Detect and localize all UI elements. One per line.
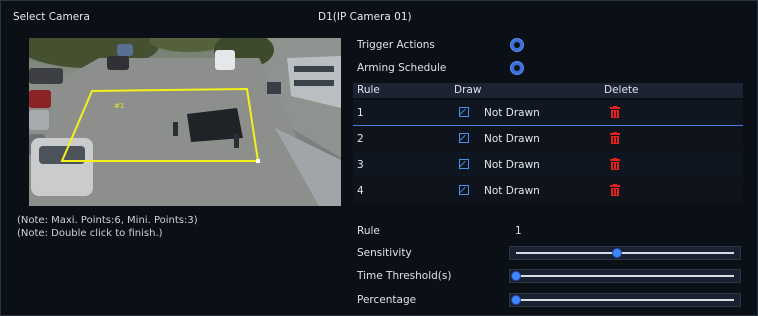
- draw-edit-icon[interactable]: [459, 185, 469, 195]
- percentage-label: Percentage: [357, 294, 417, 306]
- building-window: [294, 80, 334, 86]
- note-points: (Note: Maxi. Points:6, Mini. Points:3): [17, 215, 198, 226]
- rule-number: 4: [357, 185, 364, 197]
- select-camera-label: Select Camera: [13, 11, 90, 23]
- slider-knob[interactable]: [512, 272, 520, 280]
- pedestrian: [234, 134, 239, 148]
- preview-scene: [29, 38, 341, 206]
- scooter: [267, 82, 281, 94]
- time-threshold-label: Time Threshold(s): [357, 270, 452, 282]
- col-delete: Delete: [604, 84, 639, 96]
- pedestrian: [173, 122, 178, 136]
- rule-number: 3: [357, 159, 364, 171]
- zone-label: #1: [114, 102, 125, 110]
- slider-track: [516, 252, 734, 254]
- trash-icon[interactable]: [610, 132, 620, 144]
- rule-value: 1: [515, 225, 522, 237]
- percentage-slider[interactable]: [509, 293, 741, 307]
- rule-number: 2: [357, 133, 364, 145]
- trash-icon[interactable]: [610, 158, 620, 170]
- slider-track: [516, 275, 734, 277]
- building-window: [294, 66, 334, 72]
- camera-name[interactable]: D1(IP Camera 01): [318, 11, 412, 23]
- arming-schedule-gear-icon[interactable]: [511, 62, 523, 74]
- camera-preview[interactable]: #1: [29, 38, 341, 206]
- rule-number: 1: [357, 107, 364, 119]
- trash-icon[interactable]: [610, 106, 620, 118]
- table-row[interactable]: 3 Not Drawn: [353, 152, 743, 177]
- slider-knob[interactable]: [612, 249, 621, 257]
- col-draw: Draw: [454, 84, 482, 96]
- slider-knob[interactable]: [512, 296, 520, 304]
- sensitivity-label: Sensitivity: [357, 247, 412, 259]
- trigger-actions-label: Trigger Actions: [357, 39, 435, 51]
- table-row[interactable]: 4 Not Drawn: [353, 178, 743, 203]
- trigger-actions-gear-icon[interactable]: [511, 39, 523, 51]
- header-bar: Select Camera D1(IP Camera 01): [1, 1, 758, 33]
- parked-car: [107, 56, 129, 70]
- time-threshold-slider[interactable]: [509, 269, 741, 283]
- draw-status: Not Drawn: [484, 133, 540, 145]
- draw-edit-icon[interactable]: [459, 159, 469, 169]
- draw-status: Not Drawn: [484, 107, 540, 119]
- trash-icon[interactable]: [610, 184, 620, 196]
- table-row[interactable]: 2 Not Drawn: [353, 126, 743, 151]
- intrusion-config-panel: Select Camera D1(IP Camera 01) #1 (Note:…: [0, 0, 758, 316]
- parked-car: [29, 90, 51, 108]
- arming-schedule-label: Arming Schedule: [357, 62, 447, 74]
- note-finish: (Note: Double click to finish.): [17, 228, 163, 239]
- draw-status: Not Drawn: [484, 159, 540, 171]
- rule-label: Rule: [357, 225, 380, 237]
- parked-car: [29, 110, 49, 130]
- draw-status: Not Drawn: [484, 185, 540, 197]
- sensitivity-slider[interactable]: [509, 246, 741, 260]
- drawing-notes: (Note: Maxi. Points:6, Mini. Points:3) (…: [17, 214, 198, 240]
- parked-car: [117, 44, 133, 56]
- rule-table-header: Rule Draw Delete: [353, 83, 743, 98]
- col-rule: Rule: [357, 84, 380, 96]
- parked-car: [29, 68, 63, 84]
- draw-edit-icon[interactable]: [459, 107, 469, 117]
- draw-edit-icon[interactable]: [459, 133, 469, 143]
- parked-car: [215, 50, 235, 70]
- slider-track: [516, 299, 734, 301]
- zone-handle[interactable]: [256, 159, 260, 163]
- table-row[interactable]: 1 Not Drawn: [353, 100, 743, 126]
